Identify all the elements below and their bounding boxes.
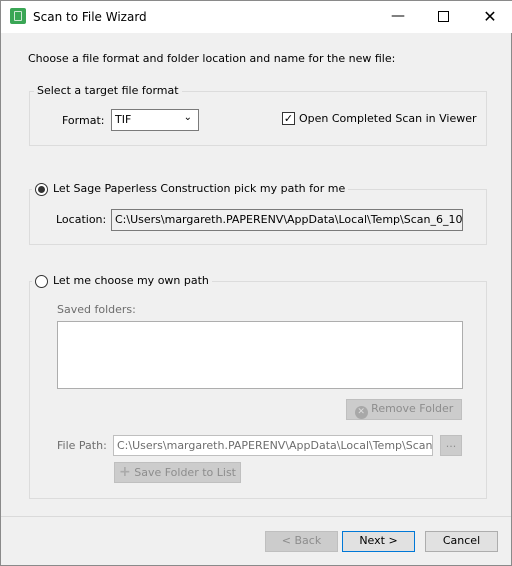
format-dropdown[interactable]: TIF ⌄ (111, 109, 199, 131)
remove-folder-label: Remove Folder (371, 402, 454, 415)
own-path-radio[interactable] (35, 275, 48, 288)
remove-icon: ✕ (354, 406, 368, 419)
saved-folders-list[interactable] (57, 321, 463, 389)
maximize-icon (438, 11, 449, 22)
close-button[interactable]: ✕ (467, 1, 512, 33)
maximize-button[interactable] (421, 1, 467, 33)
auto-path-legend: Let Sage Paperless Construction pick my … (32, 182, 349, 198)
title-bar: Scan to File Wizard — ✕ (1, 1, 512, 33)
plus-icon: + (119, 464, 131, 480)
save-folder-button[interactable]: + Save Folder to List (114, 462, 241, 483)
format-value: TIF (115, 113, 132, 126)
scanner-app-icon (10, 8, 26, 24)
file-path-label: File Path: (57, 439, 107, 452)
minimize-button[interactable]: — (375, 1, 421, 33)
auto-path-radio[interactable] (35, 183, 48, 196)
format-label: Format: (62, 114, 105, 127)
saved-folders-label: Saved folders: (57, 303, 136, 316)
wizard-window: Scan to File Wizard — ✕ Choose a file fo… (0, 0, 512, 566)
location-field[interactable]: C:\Users\margareth.PAPERENV\AppData\Loca… (111, 209, 463, 231)
chevron-down-icon: ⌄ (183, 112, 192, 123)
file-path-field[interactable]: C:\Users\margareth.PAPERENV\AppData\Loca… (113, 435, 433, 456)
remove-folder-button[interactable]: ✕ Remove Folder (346, 399, 462, 420)
next-button[interactable]: Next > (342, 531, 415, 552)
window-title: Scan to File Wizard (33, 10, 147, 24)
auto-path-label[interactable]: Let Sage Paperless Construction pick my … (53, 182, 345, 195)
location-label: Location: (56, 213, 107, 226)
cancel-button[interactable]: Cancel (425, 531, 498, 552)
open-viewer-checkbox[interactable]: ✓ (282, 112, 295, 125)
own-path-label[interactable]: Let me choose my own path (53, 274, 209, 287)
back-button[interactable]: < Back (265, 531, 338, 552)
save-folder-label: Save Folder to List (134, 466, 236, 479)
footer-divider (1, 516, 511, 517)
browse-button[interactable]: ... (440, 435, 462, 456)
own-path-legend: Let me choose my own path (32, 274, 212, 290)
format-group-legend: Select a target file format (34, 84, 182, 97)
open-viewer-label[interactable]: Open Completed Scan in Viewer (299, 112, 477, 125)
intro-text: Choose a file format and folder location… (28, 52, 396, 65)
